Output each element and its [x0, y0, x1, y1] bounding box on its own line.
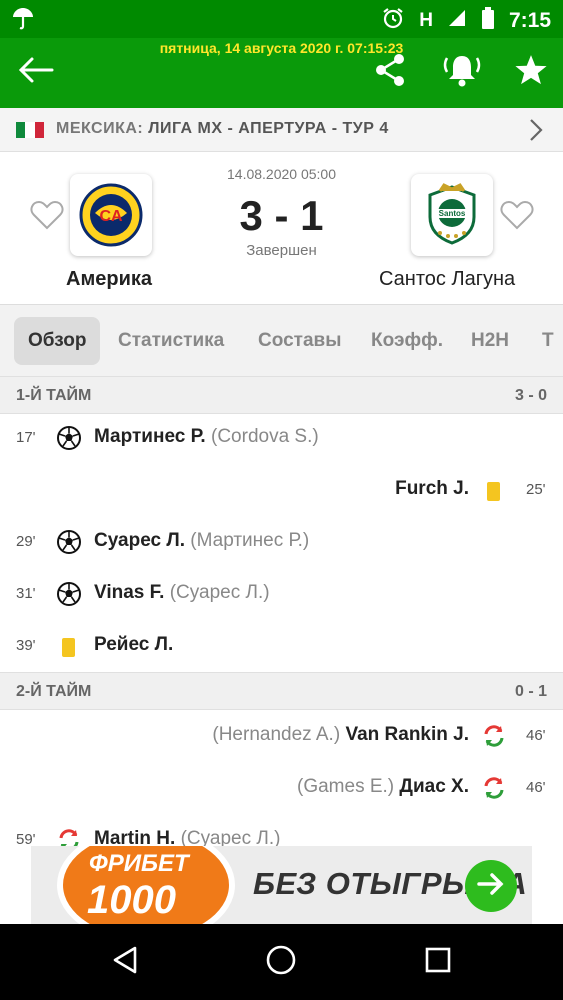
- away-team-logo[interactable]: Santos: [411, 174, 493, 256]
- soccer-ball-icon: [57, 426, 81, 450]
- first-half-header: 1-Й ТАЙМ 3 - 0: [0, 376, 563, 414]
- league-name: ЛИГА МХ - АПЕРТУРА - ТУР 4: [148, 120, 389, 137]
- second-half-header: 2-Й ТАЙМ 0 - 1: [0, 672, 563, 710]
- league-bar[interactable]: МЕКСИКА: ЛИГА МХ - АПЕРТУРА - ТУР 4: [0, 108, 563, 152]
- bell-ringing-icon: [442, 52, 482, 93]
- tab-table[interactable]: Т: [542, 317, 554, 365]
- event-minute: 39': [16, 637, 36, 654]
- event-text: Мартинес Р. (Cordova S.): [94, 426, 319, 448]
- square-recents-icon: [424, 946, 452, 979]
- tab-overview[interactable]: Обзор: [14, 317, 101, 365]
- event-player: Рейес Л.: [94, 634, 174, 655]
- triangle-back-icon: [111, 945, 141, 980]
- back-arrow-icon: [18, 56, 54, 89]
- section-title: 2-Й ТАЙМ: [16, 683, 92, 700]
- event-minute: 31': [16, 585, 36, 602]
- event-row[interactable]: (Hernandez A.) Van Rankin J. 46': [0, 712, 563, 762]
- event-assist: (Hernandez A.): [212, 724, 341, 745]
- substitution-icon: [482, 776, 506, 800]
- star-icon: [514, 53, 548, 92]
- event-assist: (Cordova S.): [211, 426, 319, 447]
- section-score: 0 - 1: [514, 683, 547, 700]
- section-title: 1-Й ТАЙМ: [16, 387, 92, 404]
- match-tabs: Обзор Статистика Составы Коэфф. H2H Т: [0, 304, 563, 376]
- tab-lineups[interactable]: Составы: [258, 317, 341, 365]
- status-bar: H 7:15: [0, 0, 563, 38]
- share-icon: [374, 53, 406, 92]
- event-text: Vinas F. (Суарес Л.): [94, 582, 270, 604]
- away-favorite-heart-icon[interactable]: [500, 200, 534, 235]
- yellow-card-icon: [62, 638, 75, 657]
- event-row[interactable]: 29' Суарес Л. (Мартинес Р.): [0, 518, 563, 568]
- tab-odds[interactable]: Коэфф.: [371, 317, 443, 365]
- alarm-icon: [381, 6, 405, 35]
- event-text: (Hernandez A.) Van Rankin J.: [212, 724, 469, 746]
- umbrella-icon: [12, 6, 34, 35]
- event-row[interactable]: 31' Vinas F. (Суарес Л.): [0, 570, 563, 620]
- yellow-card-icon: [487, 482, 500, 501]
- section-score: 3 - 0: [514, 387, 547, 404]
- event-row[interactable]: 17' Мартинес Р. (Cordova S.): [0, 414, 563, 464]
- match-header: CA Америка 14.08.2020 05:00 3 - 1 Заверш…: [0, 152, 563, 304]
- event-minute: 17': [16, 429, 36, 446]
- ad-banner[interactable]: ФРИБЕТ 1000 БЕЗ ОТЫГРЫША: [31, 846, 532, 924]
- event-assist: (Мартинес Р.): [190, 530, 310, 551]
- event-minute: 25': [526, 481, 546, 498]
- league-country: МЕКСИКА:: [56, 120, 144, 137]
- event-text: (Games E.) Диас Х.: [297, 776, 469, 798]
- battery-icon: [481, 7, 495, 34]
- ad-title: ФРИБЕТ: [89, 850, 189, 877]
- ad-amount: 1000: [87, 878, 176, 922]
- event-text: Рейес Л.: [94, 634, 173, 656]
- event-row[interactable]: 39' Рейес Л.: [0, 622, 563, 672]
- event-minute: 46': [526, 727, 546, 744]
- tab-statistics[interactable]: Статистика: [118, 317, 224, 365]
- away-logo-text: Santos: [439, 209, 466, 218]
- share-button[interactable]: [370, 52, 410, 92]
- back-button[interactable]: [16, 52, 56, 92]
- circle-home-icon: [265, 944, 297, 981]
- favorite-button[interactable]: [511, 52, 551, 92]
- clock-time: 7:15: [508, 8, 551, 32]
- nav-home-button[interactable]: [263, 944, 299, 980]
- signal-icon: [447, 8, 467, 33]
- event-row[interactable]: (Games E.) Диас Х. 46': [0, 764, 563, 814]
- ad-arrow-button[interactable]: [465, 860, 517, 912]
- arrow-right-icon: [477, 872, 505, 901]
- event-row[interactable]: Furch J. 25': [0, 466, 563, 516]
- event-text: Суарес Л. (Мартинес Р.): [94, 530, 309, 552]
- event-minute: 46': [526, 779, 546, 796]
- event-player: Диас Х.: [399, 776, 469, 797]
- mexico-flag-icon: [16, 122, 44, 138]
- nav-recents-button[interactable]: [420, 944, 456, 980]
- event-assist: (Суарес Л.): [169, 582, 270, 603]
- away-team-name[interactable]: Сантос Лагуна: [379, 268, 515, 291]
- event-player: Суарес Л.: [94, 530, 185, 551]
- event-text: Furch J.: [395, 478, 469, 500]
- chevron-right-icon: [529, 118, 543, 147]
- league-title: МЕКСИКА: ЛИГА МХ - АПЕРТУРА - ТУР 4: [56, 120, 389, 138]
- event-player: Van Rankin J.: [345, 724, 469, 745]
- nav-back-button[interactable]: [108, 944, 144, 980]
- tab-h2h[interactable]: H2H: [471, 317, 509, 365]
- substitution-icon: [482, 724, 506, 748]
- event-player: Мартинес Р.: [94, 426, 206, 447]
- app-bar: пятница, 14 августа 2020 г. 07:15:23: [0, 38, 563, 108]
- event-player: Furch J.: [395, 478, 469, 499]
- notifications-button[interactable]: [442, 52, 482, 92]
- soccer-ball-icon: [57, 530, 81, 554]
- event-player: Vinas F.: [94, 582, 165, 603]
- home-team-name[interactable]: Америка: [66, 268, 152, 291]
- event-assist: (Games E.): [297, 776, 395, 797]
- network-type: H: [419, 9, 433, 31]
- system-nav-bar: [0, 924, 563, 1000]
- soccer-ball-icon: [57, 582, 81, 606]
- event-minute: 29': [16, 533, 36, 550]
